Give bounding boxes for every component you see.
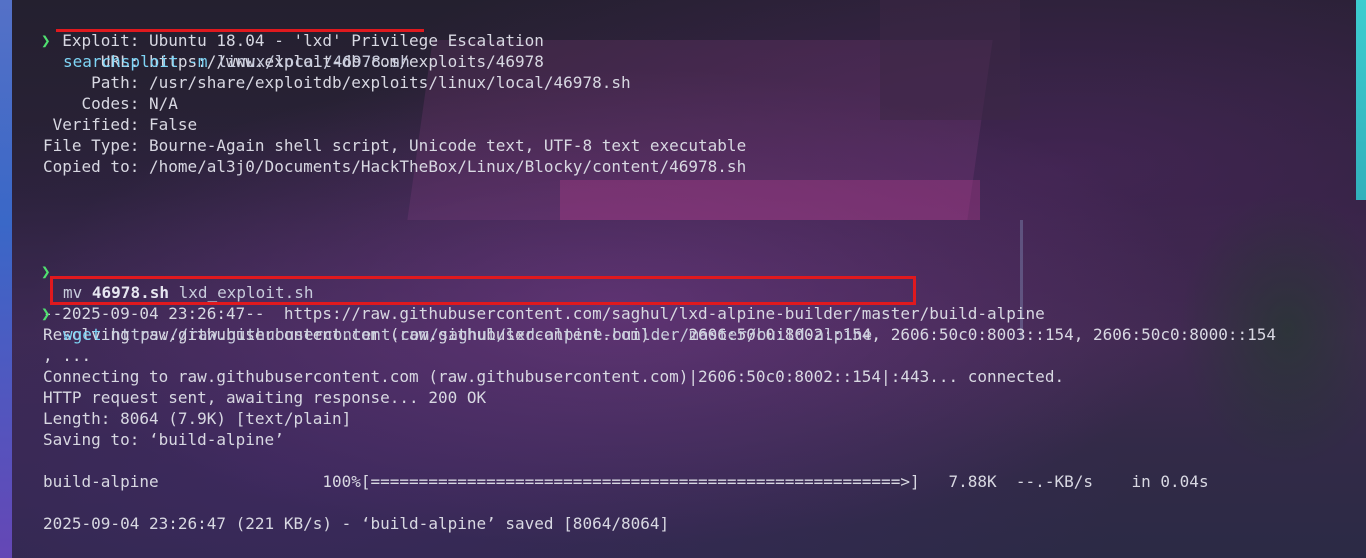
command-flag: -m bbox=[188, 52, 208, 71]
highlight-box bbox=[50, 276, 916, 305]
output-line: Connecting to raw.githubusercontent.com … bbox=[43, 367, 1065, 386]
command-program: searchsploit bbox=[63, 52, 179, 71]
output-line: --2025-09-04 23:26:47-- https://raw.gith… bbox=[43, 304, 1045, 323]
output-line: Path: /usr/share/exploitdb/exploits/linu… bbox=[43, 73, 631, 92]
prompt-icon: ❯ bbox=[41, 304, 51, 323]
progress-line: build-alpine 100%[======================… bbox=[43, 472, 1209, 491]
command-program: wget bbox=[63, 325, 102, 344]
output-line: , ... bbox=[43, 346, 92, 365]
output-line: Verified: False bbox=[43, 115, 198, 134]
output-line: HTTP request sent, awaiting response... … bbox=[43, 388, 487, 407]
command-line-mv: ❯ mv 46978.sh lxd_exploit.sh bbox=[41, 240, 1346, 302]
output-line: Saving to: ‘build-alpine’ bbox=[43, 430, 284, 449]
command-argument: linux/local/46978.sh bbox=[217, 52, 410, 71]
terminal-window[interactable]: ❯ searchsploit -m linux/local/46978.sh E… bbox=[41, 9, 1346, 534]
highlight-underline bbox=[56, 29, 424, 32]
output-line: Exploit: Ubuntu 18.04 - 'lxd' Privilege … bbox=[43, 31, 544, 50]
command-url: https://raw.githubusercontent.com/saghul… bbox=[111, 325, 873, 344]
output-line: Copied to: /home/al3j0/Documents/HackThe… bbox=[43, 157, 747, 176]
output-line: 2025-09-04 23:26:47 (221 KB/s) - ‘build-… bbox=[43, 514, 670, 533]
output-line: File Type: Bourne-Again shell script, Un… bbox=[43, 136, 747, 155]
command-line-searchsploit: ❯ searchsploit -m linux/local/46978.sh bbox=[41, 9, 1346, 71]
output-line: Length: 8064 (7.9K) [text/plain] bbox=[43, 409, 352, 428]
output-line: Codes: N/A bbox=[43, 94, 178, 113]
prompt-icon: ❯ bbox=[41, 31, 51, 50]
